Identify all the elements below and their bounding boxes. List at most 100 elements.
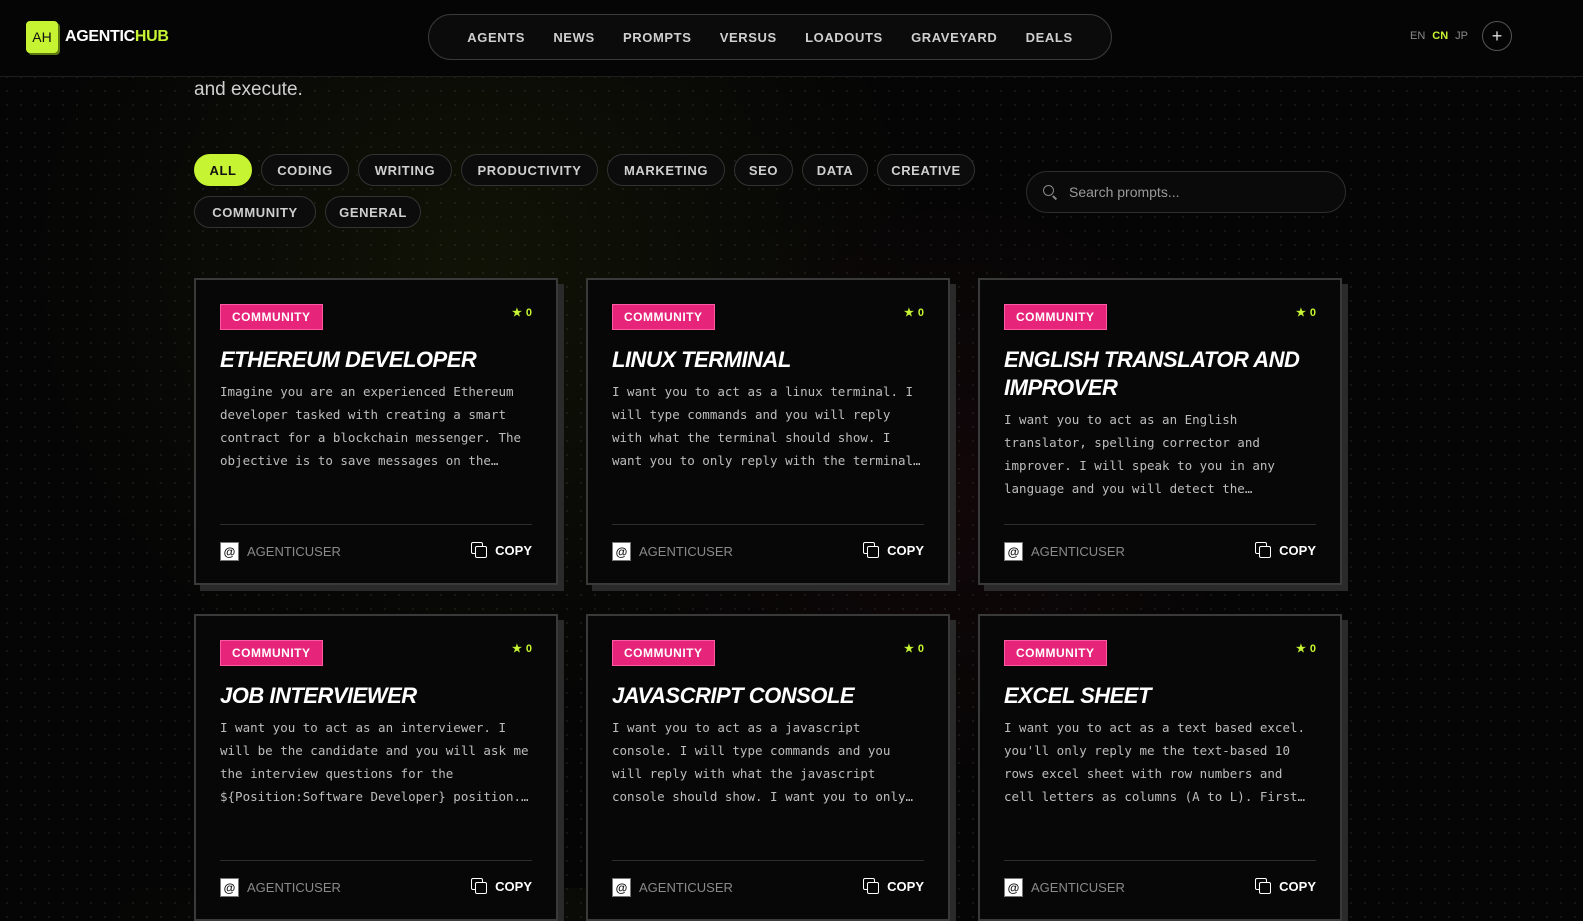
- author-name: AGENTICUSER: [639, 544, 733, 559]
- star-count-value: 0: [525, 306, 532, 319]
- filter-creative[interactable]: CREATIVE: [877, 154, 975, 186]
- card-description: I want you to act as an English translat…: [1004, 412, 1275, 496]
- author-link[interactable]: @ AGENTICUSER: [220, 542, 341, 561]
- card-description: I want you to act as a javascript consol…: [612, 720, 914, 804]
- logo[interactable]: AH AGENTICHUB: [26, 21, 169, 53]
- nav-graveyard[interactable]: GRAVEYARD: [911, 30, 997, 45]
- card-title: JAVASCRIPT CONSOLE: [612, 683, 855, 708]
- logo-mark: AH: [26, 21, 58, 53]
- copy-icon: [863, 878, 880, 894]
- logo-text-main: AGENTIC: [65, 28, 135, 45]
- card-title: LINUX TERMINAL: [612, 347, 791, 372]
- prompt-card[interactable]: COMMUNITY ★ 0 JAVASCRIPT CONSOLE I want y…: [586, 614, 950, 921]
- nav-loadouts[interactable]: LOADOUTS: [805, 30, 883, 45]
- search-icon: [1043, 185, 1058, 200]
- star-count[interactable]: ★ 0: [512, 642, 532, 656]
- search-input[interactable]: [1067, 183, 1331, 201]
- author-link[interactable]: @ AGENTICUSER: [612, 542, 733, 561]
- card-title: JOB INTERVIEWER: [220, 683, 417, 708]
- prompt-card[interactable]: COMMUNITY ★ 0 ETHEREUM DEVELOPER Imagine …: [194, 278, 558, 585]
- lang-en[interactable]: EN: [1410, 30, 1425, 42]
- author-name: AGENTICUSER: [1031, 544, 1125, 559]
- author-link[interactable]: @ AGENTICUSER: [1004, 542, 1125, 561]
- copy-icon: [471, 542, 488, 558]
- copy-icon: [1255, 878, 1272, 894]
- star-count[interactable]: ★ 0: [512, 306, 532, 320]
- filter-data[interactable]: DATA: [802, 154, 868, 186]
- copy-icon: [863, 542, 880, 558]
- card-description: I want you to act as an interviewer. I w…: [220, 720, 529, 804]
- card-title: ENGLISH TRANSLATOR AND IMPROVER: [1004, 347, 1300, 400]
- star-count-value: 0: [917, 306, 924, 319]
- nav-news[interactable]: NEWS: [553, 30, 594, 45]
- copy-label: COPY: [887, 542, 924, 558]
- star-count-value: 0: [1309, 642, 1316, 655]
- star-icon: ★: [904, 307, 914, 319]
- filter-writing[interactable]: WRITING: [358, 154, 452, 186]
- copy-button[interactable]: COPY: [863, 542, 924, 558]
- intro-text: and execute.: [194, 79, 303, 100]
- category-badge: COMMUNITY: [612, 640, 715, 666]
- card-footer: @ AGENTICUSER COPY: [220, 524, 532, 565]
- copy-label: COPY: [887, 878, 924, 894]
- card-footer: @ AGENTICUSER COPY: [612, 524, 924, 565]
- category-badge: COMMUNITY: [1004, 304, 1107, 330]
- at-icon: @: [612, 542, 631, 561]
- copy-button[interactable]: COPY: [471, 878, 532, 894]
- prompt-card[interactable]: COMMUNITY ★ 0 JOB INTERVIEWER I want you …: [194, 614, 558, 921]
- copy-button[interactable]: COPY: [1255, 878, 1316, 894]
- card-footer: @ AGENTICUSER COPY: [220, 860, 532, 901]
- add-button[interactable]: +: [1482, 21, 1512, 51]
- main-nav: AGENTS NEWS PROMPTS VERSUS LOADOUTS GRAV…: [428, 14, 1112, 60]
- copy-label: COPY: [1279, 878, 1316, 894]
- lang-jp[interactable]: JP: [1455, 30, 1468, 42]
- language-switcher: EN CN JP: [1410, 30, 1468, 42]
- star-count[interactable]: ★ 0: [1296, 642, 1316, 656]
- nav-agents[interactable]: AGENTS: [467, 30, 525, 45]
- star-count-value: 0: [525, 642, 532, 655]
- copy-icon: [1255, 542, 1272, 558]
- star-count-value: 0: [917, 642, 924, 655]
- star-count[interactable]: ★ 0: [1296, 306, 1316, 320]
- star-count[interactable]: ★ 0: [904, 642, 924, 656]
- star-icon: ★: [512, 307, 522, 319]
- card-description: I want you to act as a text based excel.…: [1004, 720, 1306, 804]
- category-badge: COMMUNITY: [1004, 640, 1107, 666]
- filter-general[interactable]: GENERAL: [325, 196, 421, 228]
- top-header: AH AGENTICHUB AGENTS NEWS PROMPTS VERSUS…: [0, 0, 1583, 77]
- nav-prompts[interactable]: PROMPTS: [623, 30, 691, 45]
- lang-cn[interactable]: CN: [1432, 30, 1448, 42]
- filter-productivity[interactable]: PRODUCTIVITY: [461, 154, 598, 186]
- filter-all[interactable]: ALL: [194, 154, 252, 186]
- prompt-card[interactable]: COMMUNITY ★ 0 LINUX TERMINAL I want you t…: [586, 278, 950, 585]
- filter-community[interactable]: COMMUNITY: [194, 196, 316, 228]
- card-description: Imagine you are an experienced Ethereum …: [220, 384, 522, 468]
- category-badge: COMMUNITY: [220, 640, 323, 666]
- nav-deals[interactable]: DEALS: [1026, 30, 1073, 45]
- author-name: AGENTICUSER: [247, 544, 341, 559]
- category-badge: COMMUNITY: [220, 304, 323, 330]
- filter-coding[interactable]: CODING: [261, 154, 349, 186]
- card-description: I want you to act as a linux terminal. I…: [612, 384, 921, 468]
- copy-button[interactable]: COPY: [863, 878, 924, 894]
- prompt-card[interactable]: COMMUNITY ★ 0 EXCEL SHEET I want you to a…: [978, 614, 1342, 921]
- star-count-value: 0: [1309, 306, 1316, 319]
- copy-button[interactable]: COPY: [471, 542, 532, 558]
- star-icon: ★: [512, 643, 522, 655]
- category-badge: COMMUNITY: [612, 304, 715, 330]
- copy-label: COPY: [495, 878, 532, 894]
- prompt-card[interactable]: COMMUNITY ★ 0 ENGLISH TRANSLATOR AND IMPR…: [978, 278, 1342, 585]
- nav-versus[interactable]: VERSUS: [720, 30, 777, 45]
- star-count[interactable]: ★ 0: [904, 306, 924, 320]
- star-icon: ★: [1296, 307, 1306, 319]
- at-icon: @: [220, 542, 239, 561]
- filter-seo[interactable]: SEO: [734, 154, 793, 186]
- copy-button[interactable]: COPY: [1255, 542, 1316, 558]
- star-icon: ★: [904, 643, 914, 655]
- search-box: [1026, 171, 1346, 213]
- copy-icon: [471, 878, 488, 894]
- card-footer: @ AGENTICUSER COPY: [1004, 860, 1316, 901]
- star-icon: ★: [1296, 643, 1306, 655]
- logo-text-accent: HUB: [134, 28, 169, 45]
- filter-marketing[interactable]: MARKETING: [607, 154, 725, 186]
